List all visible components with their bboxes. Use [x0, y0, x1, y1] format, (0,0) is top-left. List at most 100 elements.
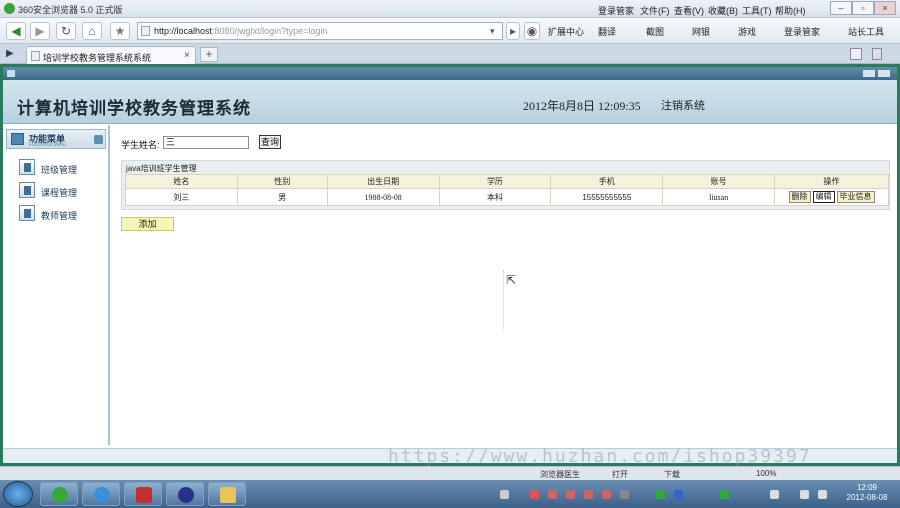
chevron-down-icon[interactable]: ▾ — [490, 26, 495, 37]
divider — [503, 270, 504, 330]
address-bar[interactable]: http://localhost:8080/jwglxt/login?type=… — [137, 22, 503, 40]
tray-icon[interactable] — [800, 490, 809, 499]
menu-file[interactable]: 文件(F) — [640, 4, 670, 17]
restore-tabs-icon[interactable] — [850, 48, 862, 60]
sidebar-item-label: 班级管理 — [41, 165, 78, 175]
column-header: 操作 — [774, 174, 889, 189]
tray-icon[interactable] — [674, 490, 683, 499]
sidebar-item-courses[interactable]: 课程管理 — [19, 182, 104, 200]
tray-icon[interactable] — [530, 490, 539, 499]
graduation-info-button[interactable]: 毕业信息 — [836, 191, 875, 203]
tool-banking[interactable]: 网银 — [692, 25, 710, 38]
clock-time: 12:09 — [856, 483, 878, 492]
browser-status-bar: 浏览器医生 打开 下载 100% — [0, 466, 900, 480]
tab-active[interactable]: 培训学校教务管理系统系统 × — [26, 46, 196, 64]
app-header: 计算机培训学校教务管理系统 2012年8月8日 12:09:35 注销系统 — [3, 80, 897, 124]
add-button[interactable]: 添加 — [121, 217, 174, 231]
cell-birth: 1988-08-08 — [326, 188, 440, 206]
tool-screenshot[interactable]: 截图 — [646, 25, 664, 38]
tray-icon[interactable] — [720, 490, 729, 499]
new-tab-button[interactable]: + — [200, 47, 218, 62]
menu-icon — [11, 133, 24, 145]
cell-name: 刘三 — [125, 188, 238, 206]
tool-games[interactable]: 游戏 — [738, 25, 756, 38]
taskbar-ie[interactable] — [82, 482, 120, 506]
tray-icon[interactable] — [584, 490, 593, 499]
app-restore-icon[interactable] — [863, 70, 875, 77]
system-clock[interactable]: 12:09 2012-08-08 — [838, 483, 896, 503]
delete-button[interactable]: 删除 — [788, 191, 811, 203]
favorite-star-icon[interactable]: ★ — [110, 22, 130, 40]
sidebar-item-label: 教师管理 — [41, 211, 78, 221]
menu-view[interactable]: 查看(V) — [674, 4, 704, 17]
panel-title: java培训班学生管理 — [126, 164, 197, 173]
windows-taskbar: 12:09 2012-08-08 — [0, 480, 900, 508]
app-window: 计算机培训学校教务管理系统 2012年8月8日 12:09:35 注销系统 功能… — [3, 67, 897, 463]
browser-logo-icon — [4, 3, 15, 14]
sidebar-menu-header: 功能菜单 Functional Menu — [6, 129, 106, 149]
shield-icon[interactable]: ◉ — [524, 22, 540, 40]
tray-icon[interactable] — [602, 490, 611, 499]
tray-icon[interactable] — [770, 490, 779, 499]
cell-actions: 删除 编辑 毕业信息 — [774, 188, 889, 206]
column-header: 性别 — [236, 174, 328, 189]
column-header: 姓名 — [125, 174, 238, 189]
tray-icon[interactable] — [548, 490, 557, 499]
status-doctor[interactable]: 浏览器医生 — [540, 469, 580, 480]
taskbar-explorer[interactable] — [208, 482, 246, 506]
menu-help[interactable]: 帮助(H) — [775, 4, 806, 17]
sidebar-item-teachers[interactable]: 教师管理 — [19, 205, 104, 223]
maximize-button[interactable]: ▫ — [852, 1, 874, 15]
menu-login-manager[interactable]: 登录管家 — [598, 4, 634, 17]
document-icon — [19, 159, 35, 175]
tab-title: 培训学校教务管理系统系统 — [43, 53, 152, 63]
home-icon[interactable]: ⌂ — [82, 22, 102, 40]
sidebar-item-classes[interactable]: 班级管理 — [19, 159, 104, 177]
close-window-button[interactable]: × — [874, 1, 896, 15]
go-button[interactable]: ▸ — [506, 22, 520, 40]
tray-icon[interactable] — [818, 490, 827, 499]
menu-tools[interactable]: 工具(T) — [742, 4, 772, 17]
tray-icon[interactable] — [500, 490, 509, 499]
column-header: 手机 — [550, 174, 664, 189]
forward-button[interactable]: ▶ — [30, 22, 50, 40]
taskbar-360-browser[interactable] — [40, 482, 78, 506]
student-name-input[interactable]: 三 — [163, 136, 249, 149]
cell-gender: 男 — [236, 188, 328, 206]
tray-icon[interactable] — [566, 490, 575, 499]
tool-webmaster[interactable]: 站长工具 — [848, 25, 884, 38]
status-open[interactable]: 打开 — [612, 469, 628, 480]
taskbar-app-red[interactable] — [124, 482, 162, 506]
edit-button[interactable]: 编辑 — [812, 191, 835, 203]
column-header: 学历 — [438, 174, 552, 189]
trash-icon[interactable] — [872, 48, 882, 60]
zoom-level[interactable]: 100% — [756, 469, 776, 478]
app-window-icon — [7, 70, 15, 77]
page-icon — [141, 26, 150, 36]
status-download[interactable]: 下载 — [664, 469, 680, 480]
tray-icon[interactable] — [656, 490, 665, 499]
web-page-frame: 计算机培训学校教务管理系统 2012年8月8日 12:09:35 注销系统 功能… — [0, 64, 900, 466]
refresh-icon[interactable]: ↻ — [56, 22, 76, 40]
minimize-button[interactable]: – — [830, 1, 852, 15]
sidebar-item-label: 课程管理 — [41, 188, 78, 198]
tool-translate[interactable]: 翻译 — [598, 25, 616, 38]
logout-link[interactable]: 注销系统 — [661, 97, 705, 113]
sidebar-toggle-icon[interactable]: ▶ — [6, 48, 14, 59]
collapse-icon[interactable] — [94, 135, 103, 144]
start-button[interactable] — [3, 481, 33, 507]
tray-icon[interactable] — [620, 490, 629, 499]
tab-bar: ▶ 培训学校教务管理系统系统 × + — [0, 44, 900, 64]
page-title: 计算机培训学校教务管理系统 — [17, 99, 251, 119]
app-close-icon[interactable] — [878, 70, 890, 77]
tool-extensions[interactable]: 扩展中心 — [548, 25, 584, 38]
tool-login-manager[interactable]: 登录管家 — [784, 25, 820, 38]
menu-favorites[interactable]: 收藏(B) — [708, 4, 738, 17]
query-button[interactable]: 查询 — [259, 135, 281, 149]
back-button[interactable]: ◀ — [6, 22, 26, 40]
browser-title: 360安全浏览器 5.0 正式版 — [18, 5, 123, 15]
close-tab-icon[interactable]: × — [184, 50, 190, 61]
column-header: 账号 — [662, 174, 776, 189]
column-header: 出生日期 — [326, 174, 440, 189]
taskbar-eclipse[interactable] — [166, 482, 204, 506]
